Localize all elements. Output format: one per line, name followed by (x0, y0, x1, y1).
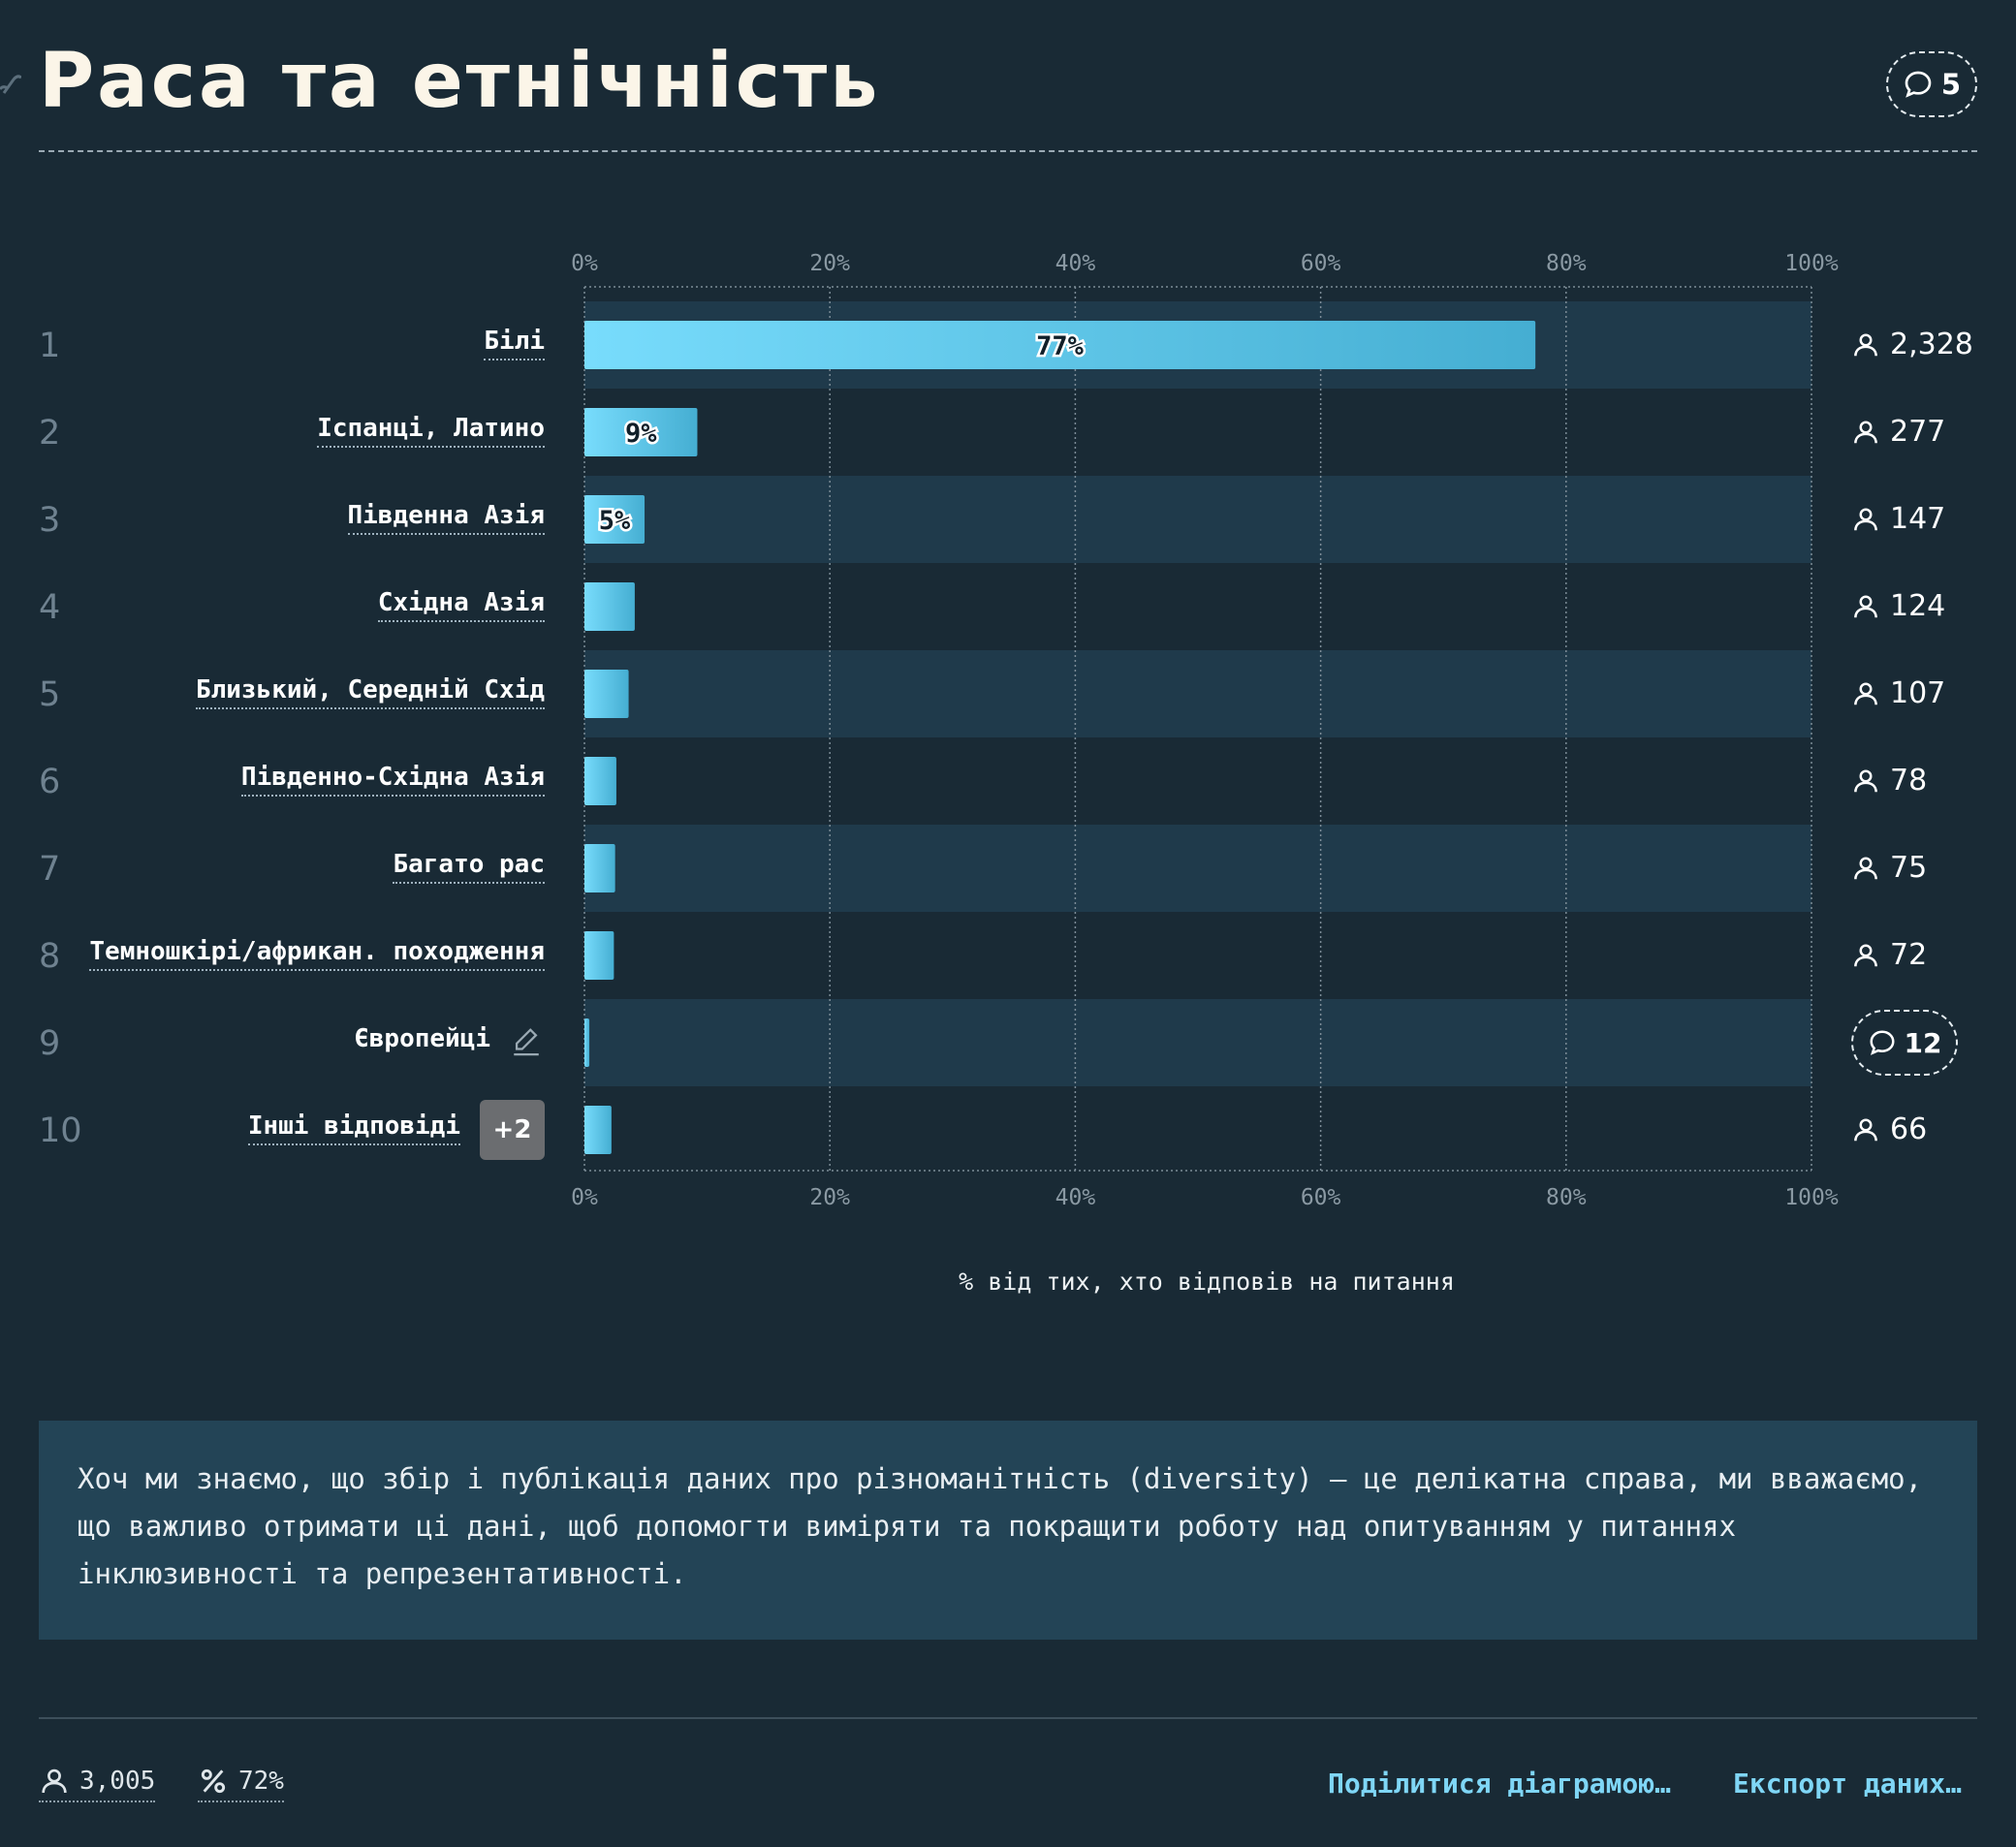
rank-number: 4 (39, 588, 60, 627)
person-icon (1854, 508, 1877, 530)
count-value: 78 (1890, 764, 1928, 798)
category-label[interactable]: Південна Азія (347, 500, 545, 535)
tick-label-top: 100% (1784, 251, 1839, 276)
category-label[interactable]: Східна Азія (377, 587, 545, 622)
bar (584, 757, 616, 805)
respondents-count: 3,005 (79, 1767, 156, 1796)
count-value: 66 (1890, 1112, 1928, 1146)
rank-number: 3 (39, 501, 60, 540)
bar (584, 931, 614, 980)
category-label[interactable]: Іспанці, Латино (317, 413, 545, 448)
percent-value: 72% (238, 1767, 284, 1796)
tick-label-top: 40% (1055, 251, 1096, 276)
footer-respondents[interactable]: 3,005 (39, 1766, 156, 1802)
count-value: 147 (1890, 502, 1946, 536)
row-stripe (584, 650, 1811, 737)
person-icon (1854, 769, 1877, 792)
rank-number: 7 (39, 850, 60, 889)
person-icon (1854, 944, 1877, 966)
person-icon (1854, 857, 1877, 879)
tick-label-top: 60% (1301, 251, 1341, 276)
row-stripe (584, 476, 1811, 563)
bar-value-label: 77% (1036, 331, 1085, 361)
row-comment-count: 12 (1904, 1026, 1942, 1059)
bar (584, 844, 615, 892)
tick-label-bottom: 60% (1301, 1185, 1341, 1210)
export-data-link[interactable]: Експорт даних… (1733, 1768, 1962, 1800)
bar (584, 582, 635, 631)
respondent-count: 66 (1851, 1112, 1927, 1146)
respondent-count: 107 (1851, 676, 1945, 710)
respondent-count: 147 (1851, 502, 1945, 536)
rank-number: 8 (39, 937, 60, 976)
info-note: Хоч ми знаємо, що збір і публікація дани… (39, 1421, 1977, 1640)
count-value: 107 (1890, 676, 1946, 710)
rank-number: 10 (39, 1111, 82, 1150)
more-answers-badge[interactable]: +2 (480, 1100, 545, 1160)
tick-label-top: 0% (571, 251, 598, 276)
tick-label-top: 80% (1546, 251, 1587, 276)
category-label[interactable]: Багато рас (393, 849, 545, 884)
rank-number: 1 (39, 327, 60, 365)
bar (584, 1106, 612, 1154)
pencil-icon[interactable] (510, 1024, 543, 1057)
footer-percent[interactable]: 72% (198, 1766, 284, 1802)
bar (584, 670, 629, 718)
footer-divider (39, 1717, 1977, 1719)
row-stripe (584, 825, 1811, 912)
share-chart-link[interactable]: Поділитися діаграмою… (1328, 1768, 1671, 1800)
person-icon (1854, 595, 1877, 617)
category-label[interactable]: Білі (484, 326, 545, 360)
respondent-count: 78 (1851, 764, 1927, 798)
rank-number: 2 (39, 414, 60, 453)
tick-label-top: 20% (809, 251, 850, 276)
respondent-count: 2,328 (1851, 328, 1973, 361)
bar-value-label: 5% (599, 506, 631, 536)
count-value: 72 (1890, 938, 1928, 972)
count-value: 2,328 (1890, 328, 1973, 361)
tick-label-bottom: 20% (809, 1185, 850, 1210)
respondent-count: 277 (1851, 415, 1945, 449)
tick-label-bottom: 100% (1784, 1185, 1839, 1210)
count-value: 124 (1890, 589, 1946, 623)
x-axis-label: % від тих, хто відповів на питання (959, 1268, 1455, 1296)
comment-icon (1870, 1030, 1895, 1055)
count-value: 75 (1890, 851, 1928, 885)
respondent-count: 75 (1851, 851, 1927, 885)
bar-value-label: 9% (625, 419, 657, 449)
person-icon (1854, 333, 1877, 356)
respondent-count: 124 (1851, 589, 1945, 623)
respondent-count: 72 (1851, 938, 1927, 972)
person-icon (42, 1769, 67, 1794)
person-icon (1854, 1118, 1877, 1141)
category-label[interactable]: Темношкірі/африкан. походження (89, 936, 545, 971)
person-icon (1854, 682, 1877, 704)
rank-number: 5 (39, 675, 60, 714)
category-label[interactable]: Європейці (354, 1023, 490, 1056)
category-label[interactable]: Близький, Середній Схід (195, 674, 545, 709)
person-icon (1854, 421, 1877, 443)
row-comments-button[interactable]: 12 (1851, 1010, 1958, 1076)
percent-icon (201, 1769, 226, 1794)
rank-number: 6 (39, 763, 60, 801)
rank-number: 9 (39, 1024, 60, 1063)
bar-chart: 0% 0% 20% 20% 40% 40% 60% 60% 80% 80% 100% 100% 1 2 3… (39, 251, 1839, 1210)
category-label[interactable]: Інші відповіді (247, 1111, 460, 1145)
row-stripe (584, 999, 1811, 1086)
category-label[interactable]: Південно-Східна Азія (240, 762, 545, 797)
bar (584, 1018, 590, 1067)
tick-label-bottom: 0% (571, 1185, 598, 1210)
tick-label-bottom: 40% (1055, 1185, 1096, 1210)
tick-label-bottom: 80% (1546, 1185, 1587, 1210)
count-value: 277 (1890, 415, 1946, 449)
